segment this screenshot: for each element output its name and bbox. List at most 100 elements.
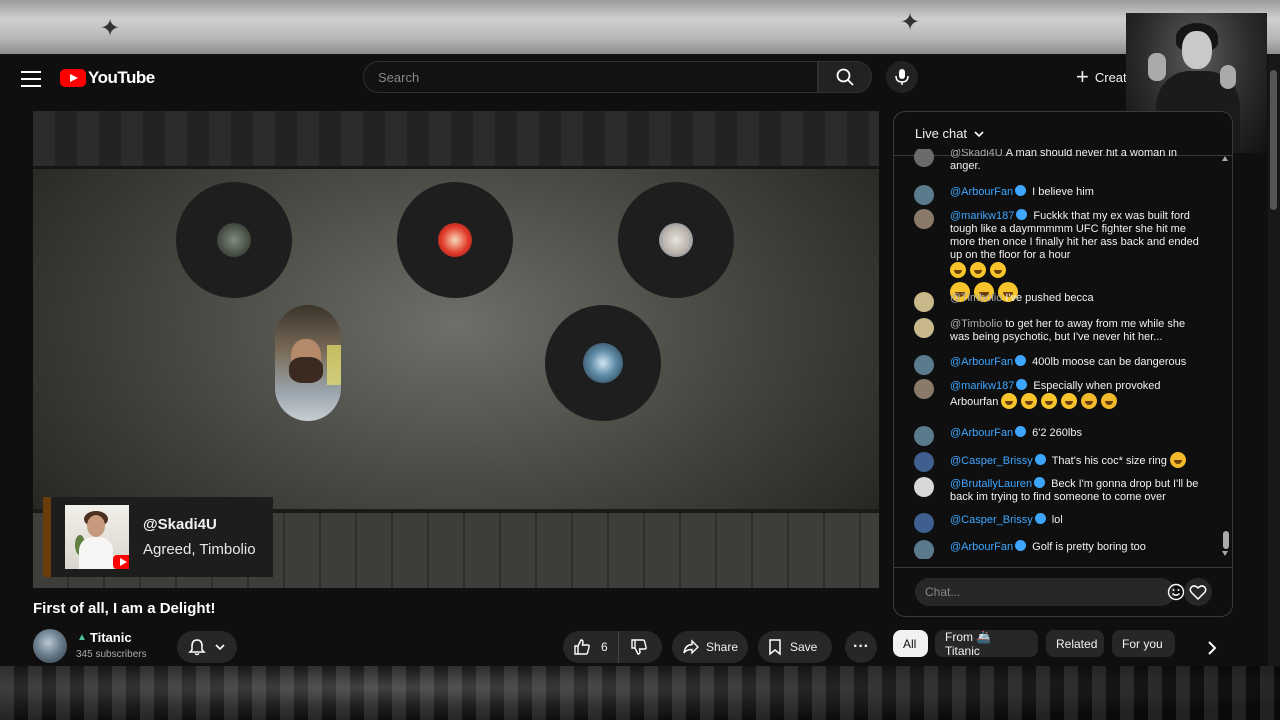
save-label: Save <box>790 640 818 654</box>
chat-message-text: That's his coc* size ring <box>1051 455 1167 467</box>
bookmark-icon <box>769 639 781 656</box>
background-photo-top: ✦ ✦ <box>0 0 1280 54</box>
chat-message-text: 400lb moose can be dangerous <box>1032 356 1187 368</box>
chat-author-avatar[interactable] <box>914 513 934 533</box>
heart-icon <box>1189 585 1207 600</box>
youtube-logo[interactable]: YouTube <box>60 67 155 89</box>
filter-chip[interactable]: All <box>893 630 928 657</box>
verified-badge-icon <box>1034 454 1046 465</box>
emoji-icon[interactable] <box>1167 583 1185 601</box>
chat-input-box <box>915 578 1185 606</box>
chat-scrollbar[interactable] <box>1221 156 1229 556</box>
chat-author-avatar[interactable] <box>914 379 934 399</box>
search-box <box>363 61 818 93</box>
avatar-body <box>79 537 113 569</box>
chat-author-name[interactable]: @Skadi4U <box>950 149 1003 159</box>
chat-author-name[interactable]: @ArbourFan <box>950 541 1013 553</box>
chat-author-name[interactable]: @BrutallyLauren <box>950 478 1032 490</box>
chat-author-name[interactable]: @ArbourFan <box>950 186 1013 198</box>
filter-chip[interactable]: From 🚢 Titanic <box>935 630 1038 658</box>
chat-author-avatar[interactable] <box>914 355 934 375</box>
laughing-emoji-icon <box>1021 393 1038 409</box>
chat-author-avatar[interactable] <box>914 426 934 446</box>
room-ceiling <box>33 111 879 169</box>
banner-accent-bar <box>43 497 51 577</box>
chips-next-button[interactable] <box>1200 636 1224 660</box>
stage-participant <box>176 182 292 298</box>
thumbs-up-icon <box>574 639 590 655</box>
chat-scroll-thumb[interactable] <box>1223 531 1229 549</box>
menu-line <box>21 78 41 80</box>
laughing-emoji-icon <box>1061 393 1078 409</box>
laughing-emoji-icon <box>1001 393 1018 409</box>
guide-menu-button[interactable] <box>18 66 44 90</box>
chat-author-name[interactable]: @Timbolio <box>950 318 1002 330</box>
chat-author-avatar[interactable] <box>914 318 934 338</box>
thumbs-down-icon <box>630 639 647 655</box>
chat-author-name[interactable]: @marikw187 <box>950 210 1014 222</box>
heart-reaction-button[interactable] <box>1184 578 1212 606</box>
share-button[interactable]: Share <box>672 631 748 663</box>
chat-message-body: @ArbourFan I believe him <box>950 185 1206 199</box>
filter-chip[interactable]: Related <box>1046 630 1104 657</box>
search-button[interactable] <box>818 61 872 93</box>
chat-author-avatar[interactable] <box>914 452 934 472</box>
save-button[interactable]: Save <box>758 631 832 663</box>
webcam-figure-hand <box>1148 53 1166 81</box>
chat-message-list[interactable]: @Skadi4U A man should never hit a woman i… <box>894 149 1224 559</box>
banner-message: Agreed, Timbolio <box>143 541 256 558</box>
laughing-emoji-icon <box>1041 393 1058 409</box>
chat-author-name[interactable]: @ArbourFan <box>950 427 1013 439</box>
chat-author-avatar[interactable] <box>914 477 934 497</box>
subscriber-count: 345 subscribers <box>76 649 147 660</box>
more-actions-button[interactable]: ··· <box>845 631 877 663</box>
chat-message-body: @Casper_Brissy lol <box>950 513 1206 527</box>
chat-author-name[interactable]: @marikw187 <box>950 380 1014 392</box>
chat-message: @ArbourFan Golf is pretty boring too <box>914 540 1206 559</box>
verified-badge-icon <box>1015 185 1027 196</box>
chat-author-name[interactable]: @Timbolio <box>950 292 1002 304</box>
video-title: First of all, I am a Delight! <box>33 600 216 617</box>
page-scroll-thumb[interactable] <box>1270 70 1277 210</box>
webcam-figure-head <box>1182 31 1212 69</box>
microphone-icon <box>895 69 909 85</box>
dislike-button[interactable] <box>619 631 659 663</box>
channel-name-link[interactable]: ▲ Titanic <box>77 630 132 645</box>
banner-text: @Skadi4U Agreed, Timbolio <box>143 516 256 558</box>
filter-chip[interactable]: For you <box>1112 630 1175 657</box>
chat-author-name[interactable]: @Casper_Brissy <box>950 455 1033 467</box>
chat-message-text: I've pushed becca <box>1005 292 1094 304</box>
voice-search-button[interactable] <box>886 61 918 93</box>
participant-avatar <box>438 223 472 257</box>
chat-author-avatar[interactable] <box>914 540 934 559</box>
verified-badge-icon <box>1034 477 1046 488</box>
chat-author-avatar[interactable] <box>914 292 934 312</box>
like-dislike-group: 6 <box>563 631 662 663</box>
chat-input[interactable] <box>925 585 1135 599</box>
channel-avatar[interactable] <box>33 629 67 663</box>
like-button[interactable]: 6 <box>563 631 619 663</box>
like-count: 6 <box>601 640 608 654</box>
chat-author-avatar[interactable] <box>914 209 934 229</box>
search-icon <box>836 68 854 86</box>
grin-emoji-icon <box>990 262 1006 278</box>
chat-author-name[interactable]: @Casper_Brissy <box>950 514 1033 526</box>
stage-participant <box>618 182 734 298</box>
highlighted-comment-banner: @Skadi4U Agreed, Timbolio <box>43 497 273 577</box>
chat-author-avatar[interactable] <box>914 185 934 205</box>
chevron-right-icon <box>1208 641 1217 655</box>
chat-author-avatar[interactable] <box>914 149 934 167</box>
chat-author-name[interactable]: @ArbourFan <box>950 356 1013 368</box>
verified-badge-icon <box>1034 513 1046 524</box>
share-label: Share <box>705 640 738 654</box>
notification-bell-button[interactable] <box>177 631 237 663</box>
chat-message-text: 6'2 260lbs <box>1032 427 1082 439</box>
chat-message-text: lol <box>1051 514 1063 526</box>
bell-icon <box>188 639 206 656</box>
chat-message: @ArbourFan I believe him <box>914 185 1206 205</box>
verified-badge-icon <box>1016 209 1028 220</box>
youtube-play-icon <box>60 69 86 87</box>
video-player[interactable]: @Skadi4U Agreed, Timbolio <box>33 111 879 588</box>
search-input[interactable] <box>378 69 798 85</box>
youtube-badge-icon <box>113 555 129 569</box>
